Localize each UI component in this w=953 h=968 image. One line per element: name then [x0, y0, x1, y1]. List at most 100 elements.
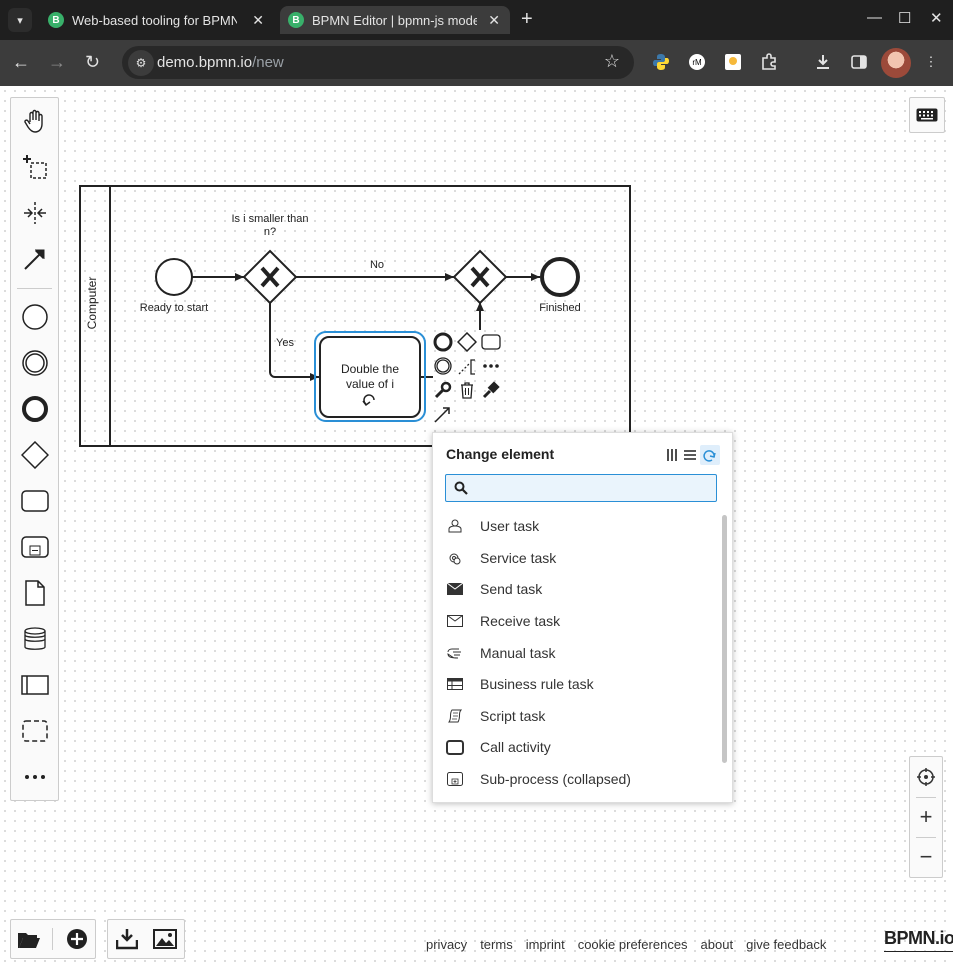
file-toolbar [10, 919, 96, 959]
python-extension-icon[interactable] [651, 52, 671, 72]
entry-label: Sub-process (collapsed) [480, 771, 631, 787]
manual-task-icon [446, 644, 464, 662]
browser-menu-icon[interactable]: ⋮ [921, 52, 941, 72]
reload-icon[interactable]: ↻ [85, 52, 100, 72]
bpmn-favicon-icon: B [48, 12, 64, 28]
extensions-puzzle-icon[interactable] [759, 52, 779, 72]
entry-service-task[interactable]: Service task [446, 543, 716, 573]
close-tab-icon[interactable]: ✕ [252, 12, 264, 29]
entry-manual-task[interactable]: Manual task [446, 638, 716, 668]
append-task-icon[interactable] [480, 331, 502, 353]
footer-link-about[interactable]: about [701, 937, 734, 952]
subprocess-collapsed-icon [446, 770, 464, 788]
sequential-multi-instance-icon[interactable] [680, 445, 700, 465]
bookmark-star-icon[interactable]: ☆ [604, 51, 620, 72]
space-tool-icon[interactable] [11, 193, 58, 233]
extension-rm-icon[interactable]: rM [687, 52, 707, 72]
footer-link-imprint[interactable]: imprint [526, 937, 565, 952]
search-input[interactable] [474, 479, 714, 499]
toolbar-divider [52, 928, 53, 950]
delete-trash-icon[interactable] [456, 379, 478, 401]
site-info-icon[interactable]: ⚙ [128, 50, 154, 76]
user-task-icon [446, 517, 464, 535]
tool-palette [10, 97, 59, 801]
footer-link-give-feedback[interactable]: give feedback [746, 937, 826, 952]
side-panel-icon[interactable] [849, 52, 869, 72]
address-bar[interactable]: ⚙ demo.bpmn.io/new ☆ [122, 46, 634, 79]
loop-toggle-icon[interactable] [700, 445, 720, 465]
create-data-store-icon[interactable] [11, 619, 58, 659]
new-tab-button[interactable]: + [521, 8, 533, 30]
minimize-icon[interactable]: — [867, 9, 882, 26]
create-start-event-icon[interactable] [11, 297, 58, 337]
maximize-icon[interactable]: ☐ [898, 9, 911, 27]
create-intermediate-event-icon[interactable] [11, 343, 58, 383]
footer-link-terms[interactable]: terms [480, 937, 513, 952]
service-task-icon [446, 549, 464, 567]
popup-scrollbar[interactable] [722, 515, 727, 763]
create-group-icon[interactable] [11, 711, 58, 751]
forward-icon[interactable]: → [48, 52, 66, 72]
append-intermediate-event-icon[interactable] [432, 355, 454, 377]
task-label: Double the value of i [340, 362, 400, 391]
change-type-wrench-icon[interactable] [432, 379, 454, 401]
entry-script-task[interactable]: Script task [446, 701, 716, 731]
lasso-tool-icon[interactable] [11, 147, 58, 187]
reset-view-crosshair-icon[interactable] [910, 757, 942, 797]
hand-tool-icon[interactable] [11, 101, 58, 141]
keyboard-shortcuts-icon[interactable] [909, 97, 945, 133]
entry-receive-task[interactable]: Receive task [446, 606, 716, 636]
more-options-icon[interactable] [480, 355, 502, 377]
create-subprocess-icon[interactable] [11, 527, 58, 567]
entry-subprocess-collapsed[interactable]: Sub-process (collapsed) [446, 764, 716, 794]
entry-user-task[interactable]: User task [446, 511, 716, 541]
more-elements-icon[interactable] [11, 757, 58, 797]
create-data-object-icon[interactable] [11, 573, 58, 613]
append-end-event-icon[interactable] [432, 331, 454, 353]
downloads-icon[interactable] [813, 52, 833, 72]
script-task-icon [446, 707, 464, 725]
entry-call-activity[interactable]: Call activity [446, 732, 716, 762]
entry-label: Manual task [480, 645, 556, 661]
browser-tab-2-active[interactable]: B BPMN Editor | bpmn-js mode ✕ [280, 6, 510, 34]
footer-link-privacy[interactable]: privacy [426, 937, 467, 952]
connect-arrow-icon[interactable] [432, 403, 454, 425]
bpmn-io-logo[interactable]: BPMN.io [884, 928, 953, 952]
create-end-event-icon[interactable] [11, 389, 58, 429]
download-bpmn-icon[interactable] [109, 920, 145, 958]
append-gateway-icon[interactable] [456, 331, 478, 353]
zoom-in-icon[interactable]: + [910, 797, 942, 837]
append-text-annotation-icon[interactable] [456, 355, 478, 377]
browser-toolbar: ← → ↻ ⚙ demo.bpmn.io/new ☆ rM ⋮ [0, 40, 953, 86]
extension-bulb-icon[interactable] [723, 52, 743, 72]
entry-label: User task [480, 518, 540, 534]
element-search-box[interactable] [445, 474, 717, 502]
entry-business-rule-task[interactable]: Business rule task [446, 669, 716, 699]
entry-label: Call activity [480, 739, 551, 755]
download-image-icon[interactable] [147, 920, 183, 958]
browser-tab-1[interactable]: B Web-based tooling for BPMN ✕ [40, 6, 274, 34]
zoom-out-icon[interactable]: − [910, 837, 942, 877]
flow-yes-label: Yes [276, 337, 294, 349]
global-connect-tool-icon[interactable] [11, 239, 58, 279]
receive-task-icon [446, 612, 464, 630]
profile-avatar[interactable] [881, 48, 911, 78]
open-folder-icon[interactable] [11, 920, 47, 958]
close-tab-icon[interactable]: ✕ [488, 12, 500, 29]
entry-label: Business rule task [480, 676, 594, 692]
back-icon[interactable]: ← [12, 52, 30, 72]
tab-search-button[interactable]: ▾ [8, 8, 32, 32]
footer-link-cookie-preferences[interactable]: cookie preferences [578, 937, 688, 952]
set-color-paintbrush-icon[interactable] [480, 379, 502, 401]
tab-title: Web-based tooling for BPMN [72, 12, 237, 28]
create-pool-icon[interactable] [11, 665, 58, 705]
start-event-label: Ready to start [139, 302, 209, 314]
close-window-icon[interactable]: ✕ [930, 9, 943, 27]
parallel-multi-instance-icon[interactable] [662, 445, 682, 465]
create-task-icon[interactable] [11, 481, 58, 521]
entry-send-task[interactable]: Send task [446, 574, 716, 604]
pool-label: Computer [85, 276, 99, 330]
create-gateway-icon[interactable] [11, 435, 58, 475]
svg-text:rM: rM [692, 58, 702, 67]
create-new-diagram-icon[interactable] [59, 920, 95, 958]
